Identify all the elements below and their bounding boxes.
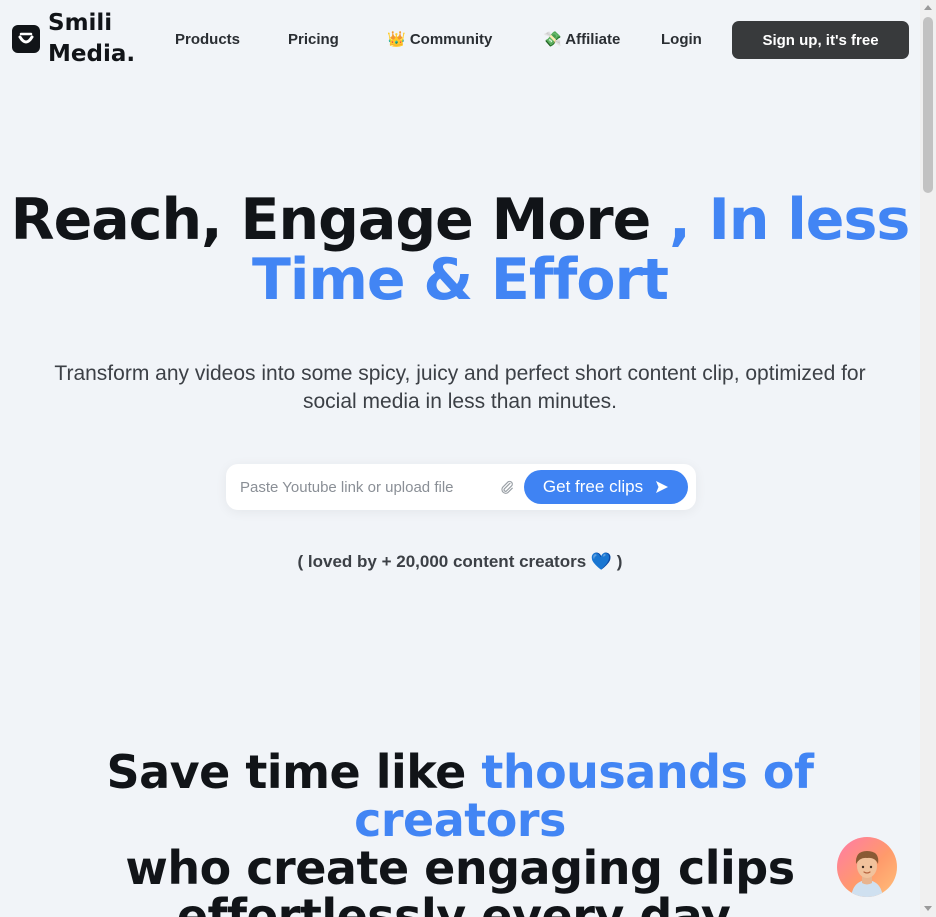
brand-logo[interactable]: Smili Media.: [12, 8, 135, 70]
nav-pricing[interactable]: Pricing: [288, 30, 339, 50]
cta-label: Get free clips: [542, 477, 644, 496]
blue-heart-icon: 💙: [590, 552, 613, 571]
brand-name: Smili Media.: [48, 10, 136, 67]
video-link-input[interactable]: [240, 476, 490, 498]
video-link-form: Get free clips: [226, 464, 696, 510]
signup-button[interactable]: Sign up, it's free: [732, 21, 909, 59]
smile-face-icon: [12, 25, 40, 53]
social-proof-text: ( loved by + 20,000 content creators 💙 ): [297, 552, 623, 571]
nav-affiliate[interactable]: 💸 Affiliate: [543, 30, 620, 50]
scroll-thumb[interactable]: [923, 17, 933, 193]
page-scrollbar[interactable]: [920, 0, 936, 917]
hero-title: Reach, Engage More , In less Time & Effo…: [10, 187, 911, 313]
section-title: Save time like thousands of creators who…: [106, 745, 814, 917]
send-icon: [655, 480, 669, 494]
top-nav: Smili Media. Products Pricing 👑 Communit…: [0, 0, 920, 80]
nav-login[interactable]: Login: [661, 30, 702, 50]
nav-community[interactable]: 👑 Community: [387, 30, 492, 50]
scroll-up-arrow-icon[interactable]: [924, 5, 932, 10]
nav-products[interactable]: Products: [175, 30, 240, 50]
get-free-clips-button[interactable]: Get free clips: [524, 470, 688, 504]
support-avatar-icon[interactable]: [837, 837, 897, 897]
hero-subtitle: Transform any videos into some spicy, ju…: [54, 362, 866, 413]
scroll-down-arrow-icon[interactable]: [924, 906, 932, 911]
paperclip-icon[interactable]: [498, 478, 516, 496]
